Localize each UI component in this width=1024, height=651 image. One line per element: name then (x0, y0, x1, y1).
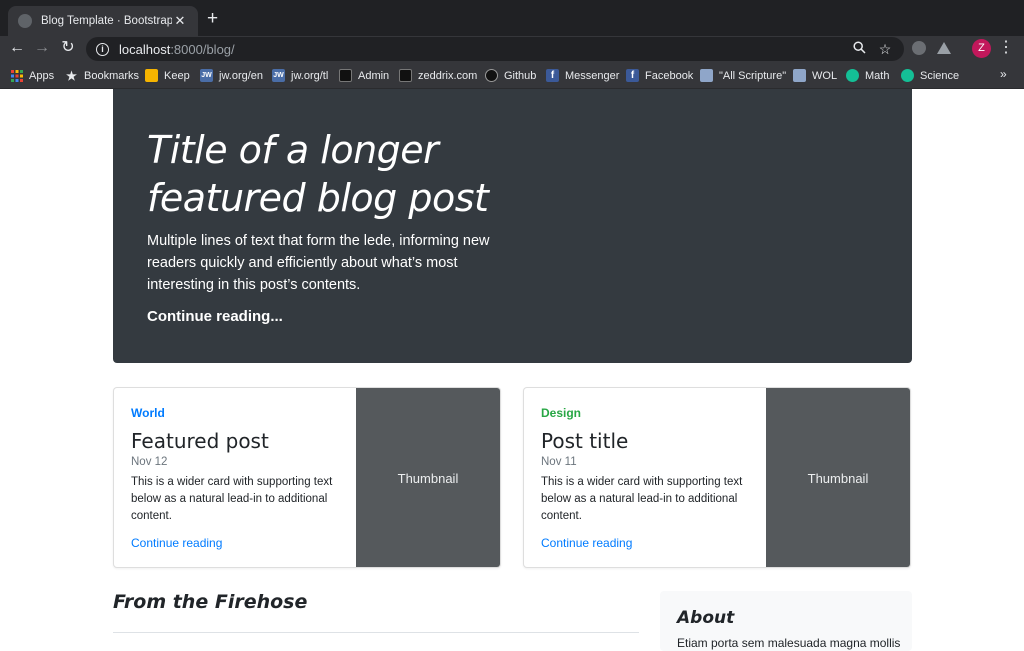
facebook-icon: f (626, 69, 639, 82)
khan-icon (846, 69, 859, 82)
book-icon (793, 69, 806, 82)
address-bar[interactable]: i localhost:8000/blog/ ☆ (86, 37, 904, 61)
about-text: Etiam porta sem malesuada magna mollis (677, 636, 901, 650)
globe-icon (18, 14, 32, 28)
browser-toolbar: ← → ↻ i localhost:8000/blog/ ☆ Z ⋮ (0, 36, 1024, 62)
jw-icon: JW (200, 69, 213, 82)
featured-lede: Multiple lines of text that form the led… (147, 233, 490, 293)
continue-reading-link[interactable]: Continue reading... (147, 308, 283, 325)
bookmark-label: Facebook (645, 69, 694, 82)
card-title: Featured post (131, 429, 269, 453)
star-icon: ★ (66, 68, 77, 83)
post-card: World Featured post Nov 12 This is a wid… (113, 387, 501, 568)
facebook-icon: f (546, 69, 559, 82)
admin-icon (339, 69, 352, 82)
bookmark-label: Bookmarks (84, 69, 140, 82)
bookmark-math[interactable]: Math (846, 67, 889, 84)
firehose-heading: From the Firehose (113, 591, 308, 613)
card-date: Nov 11 (541, 456, 577, 468)
bookmark-label: Math (865, 69, 890, 82)
book-icon (700, 69, 713, 82)
forward-arrow-icon[interactable]: → (31, 37, 53, 59)
new-tab-button[interactable]: + (207, 9, 218, 29)
bookmark-zeddrix[interactable]: zeddrix.com (399, 67, 477, 84)
extension-icon[interactable] (912, 41, 926, 55)
search-icon[interactable] (850, 40, 868, 58)
card-thumbnail: Thumbnail (766, 388, 910, 567)
featured-title: Title of a longer featured blog post (147, 128, 489, 220)
bookmark-facebook[interactable]: f Facebook (626, 67, 693, 84)
bookmark-label: Github (504, 69, 537, 82)
back-arrow-icon[interactable]: ← (6, 37, 28, 59)
bookmark-label: Admin (358, 69, 390, 82)
bookmark-label: Apps (29, 69, 55, 82)
info-icon[interactable]: i (96, 42, 109, 56)
tab-strip: Blog Template · Bootstrap ✕ + (0, 0, 1024, 36)
bookmark-all-scripture[interactable]: "All Scripture" (700, 67, 786, 84)
bookmark-label: "All Scripture" (719, 69, 787, 82)
card-text: This is a wider card with supporting tex… (541, 476, 743, 522)
bookmark-messenger[interactable]: f Messenger (546, 67, 619, 84)
jw-icon: JW (272, 69, 285, 82)
bookmark-bookmarks[interactable]: ★ Bookmarks (65, 67, 139, 84)
card-title: Post title (541, 429, 629, 453)
bookmark-wol[interactable]: WOL (793, 67, 837, 84)
bookmark-apps[interactable]: Apps (10, 67, 54, 84)
card-body: World Featured post Nov 12 This is a wid… (131, 406, 341, 552)
bookmark-admin[interactable]: Admin (339, 67, 389, 84)
post-card: Design Post title Nov 11 This is a wider… (523, 387, 911, 568)
card-category: World (131, 406, 165, 420)
profile-avatar[interactable]: Z (972, 39, 991, 58)
bookmark-science[interactable]: Science (901, 67, 959, 84)
card-body: Design Post title Nov 11 This is a wider… (541, 406, 751, 552)
url-path: :8000/blog/ (170, 41, 235, 57)
drive-icon[interactable] (937, 42, 951, 54)
khan-icon (901, 69, 914, 82)
card-thumbnail: Thumbnail (356, 388, 500, 567)
bookmark-label: Science (920, 69, 960, 82)
bookmark-label: WOL (812, 69, 838, 82)
about-sidebar: About Etiam porta sem malesuada magna mo… (660, 591, 912, 651)
bookmark-label: jw.org/en (219, 69, 264, 82)
card-continue-reading-link[interactable]: Continue reading (131, 536, 222, 550)
bookmark-star-icon[interactable]: ☆ (876, 40, 894, 58)
apps-grid-icon (10, 69, 23, 82)
close-tab-icon[interactable]: ✕ (172, 13, 188, 29)
section-divider (113, 632, 639, 633)
card-continue-reading-link[interactable]: Continue reading (541, 536, 632, 550)
bookmark-label: jw.org/tl (291, 69, 329, 82)
bookmark-github[interactable]: Github (485, 67, 536, 84)
browser-tab[interactable]: Blog Template · Bootstrap ✕ (8, 6, 198, 36)
bookmark-jw-tl[interactable]: JW jw.org/tl (272, 67, 328, 84)
about-heading: About (677, 608, 735, 628)
tab-title: Blog Template · Bootstrap (41, 15, 172, 27)
url-host: localhost (119, 41, 171, 57)
github-icon (485, 69, 498, 82)
menu-icon[interactable]: ⋮ (998, 37, 1014, 59)
zeddrix-icon (399, 69, 412, 82)
card-date: Nov 12 (131, 456, 168, 468)
keep-icon (145, 69, 158, 82)
bookmarks-overflow-icon[interactable]: » (1000, 67, 1007, 81)
featured-jumbotron: Title of a longer featured blog post Mul… (113, 89, 912, 363)
bookmarks-bar: Apps ★ Bookmarks Keep JW jw.org/en JW jw… (0, 62, 1024, 89)
card-category: Design (541, 406, 582, 420)
bookmark-label: Keep (164, 69, 190, 82)
bookmark-label: Messenger (565, 69, 620, 82)
card-text: This is a wider card with supporting tex… (131, 476, 333, 522)
bookmark-jw-en[interactable]: JW jw.org/en (200, 67, 263, 84)
reload-icon[interactable]: ↻ (57, 37, 79, 59)
bookmark-keep[interactable]: Keep (145, 67, 190, 84)
bookmark-label: zeddrix.com (418, 69, 478, 82)
